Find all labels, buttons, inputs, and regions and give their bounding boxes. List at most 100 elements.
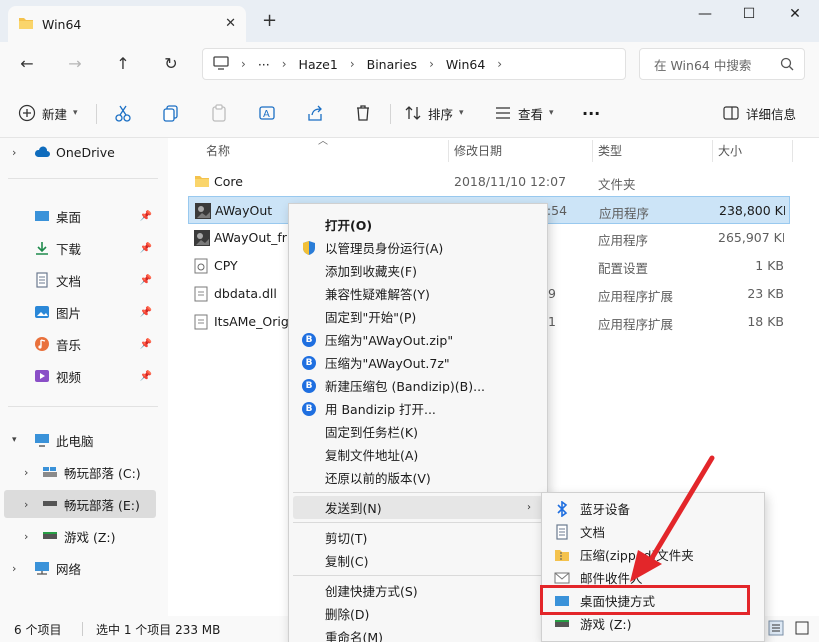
maximize-button[interactable]: ☐ — [734, 6, 764, 26]
sidebar-item-drive-e[interactable]: › 畅玩部落 (E:) — [4, 490, 156, 518]
send-to-drive-z[interactable]: 游戏 (Z:) — [544, 612, 762, 635]
menu-item-open[interactable]: 打开(O) — [293, 213, 543, 236]
new-tab-button[interactable]: + — [262, 12, 277, 30]
back-arrow-icon[interactable]: ← — [16, 54, 38, 74]
new-label: 新建 — [42, 106, 68, 122]
selection-info: 选中 1 个项目 233 MB — [96, 622, 221, 637]
app-icon — [195, 203, 211, 219]
sidebar-item-drive-c[interactable]: › 畅玩部落 (C:) — [0, 458, 166, 486]
menu-item-new-archive[interactable]: B 新建压缩包 (Bandizip)(B)... — [293, 374, 543, 397]
close-tab-icon[interactable]: ✕ — [225, 16, 236, 31]
menu-item-rename[interactable]: 重命名(M) — [293, 625, 543, 642]
sidebar-item-drive-z[interactable]: › 游戏 (Z:) — [0, 522, 166, 550]
menu-item-compress-zip[interactable]: B 压缩为"AWayOut.zip" — [293, 328, 543, 351]
sidebar-item-pictures[interactable]: 图片 📌 — [0, 298, 166, 326]
bandizip-icon: B — [301, 332, 317, 348]
search-placeholder: 在 Win64 中搜索 — [654, 57, 752, 73]
breadcrumb-binaries[interactable]: Binaries — [367, 57, 417, 72]
sidebar-item-music[interactable]: 音乐 📌 — [0, 330, 166, 358]
refresh-icon[interactable]: ↻ — [160, 54, 182, 74]
pc-icon — [34, 433, 50, 447]
picture-icon — [34, 305, 50, 319]
breadcrumb-win64[interactable]: Win64 — [446, 57, 485, 72]
details-button[interactable]: 详细信息 — [722, 102, 796, 124]
table-row[interactable]: Core 2018/11/10 12:07 文件夹 — [188, 168, 790, 196]
pin-icon: 📌 — [139, 242, 152, 254]
document-icon — [554, 523, 570, 540]
menu-item-copy[interactable]: 复制(C) — [293, 549, 543, 572]
svg-text:A: A — [263, 109, 270, 120]
plus-circle-icon — [18, 104, 36, 122]
forward-arrow-icon[interactable]: → — [64, 54, 86, 74]
bluetooth-icon — [554, 500, 570, 517]
share-icon[interactable] — [306, 102, 324, 124]
column-header-type[interactable]: 类型 — [598, 138, 622, 162]
more-options-icon[interactable]: ··· — [582, 102, 600, 124]
menu-item-compat-troubleshoot[interactable]: 兼容性疑难解答(Y) — [293, 282, 543, 305]
menu-item-delete[interactable]: 删除(D) — [293, 602, 543, 625]
details-view-icon[interactable] — [768, 620, 784, 639]
new-button[interactable]: 新建 ▾ — [18, 102, 78, 124]
up-arrow-icon[interactable]: ↑ — [112, 54, 134, 74]
folder-icon — [18, 16, 34, 33]
chevron-right-icon: › — [24, 497, 29, 511]
sidebar-item-desktop[interactable]: 桌面 📌 — [0, 202, 166, 230]
tab-win64[interactable]: Win64 ✕ — [8, 6, 246, 42]
menu-item-cut[interactable]: 剪切(T) — [293, 526, 543, 549]
sidebar-item-onedrive[interactable]: › OneDrive — [0, 138, 166, 166]
delete-icon[interactable] — [354, 102, 372, 124]
search-input[interactable]: 在 Win64 中搜索 — [639, 48, 805, 80]
view-button[interactable]: 查看 ▾ — [494, 102, 554, 124]
music-icon — [34, 337, 50, 351]
chevron-down-icon: ▾ — [459, 108, 464, 118]
breadcrumb[interactable]: › ··· › Haze1 › Binaries › Win64 › — [202, 48, 626, 80]
copy-icon[interactable] — [162, 102, 180, 124]
menu-item-send-to[interactable]: 发送到(N) › — [293, 496, 543, 519]
pin-icon: 📌 — [139, 306, 152, 318]
sort-button[interactable]: 排序 ▾ — [404, 102, 464, 124]
sidebar-item-downloads[interactable]: 下载 📌 — [0, 234, 166, 262]
chevron-down-icon: ▾ — [12, 435, 17, 445]
cloud-icon — [34, 145, 50, 159]
breadcrumb-more[interactable]: ··· — [258, 57, 270, 72]
chevron-right-icon: › — [24, 465, 29, 479]
menu-item-pin-start[interactable]: 固定到"开始"(P) — [293, 305, 543, 328]
bandizip-icon: B — [301, 401, 317, 417]
menu-item-copy-path[interactable]: 复制文件地址(A) — [293, 443, 543, 466]
column-header-name[interactable]: 名称 — [206, 138, 230, 162]
sidebar-item-documents[interactable]: 文档 📌 — [0, 266, 166, 294]
red-arrow-annotation — [630, 455, 715, 582]
menu-item-compress-7z[interactable]: B 压缩为"AWayOut.7z" — [293, 351, 543, 374]
menu-item-add-favorites[interactable]: 添加到收藏夹(F) — [293, 259, 543, 282]
chevron-right-icon: › — [527, 502, 531, 513]
command-bar: 新建 ▾ A 排序 ▾ 查看 ▾ ··· 详细信息 — [0, 86, 819, 138]
chevron-down-icon: ▾ — [73, 108, 78, 118]
menu-item-run-as-admin[interactable]: 以管理员身份运行(A) — [293, 236, 543, 259]
chevron-down-icon: ▾ — [549, 108, 554, 118]
details-pane-icon — [722, 104, 740, 122]
tiles-view-icon[interactable] — [794, 620, 810, 639]
cut-icon[interactable] — [114, 102, 132, 124]
document-icon — [34, 272, 50, 288]
collapse-chevron-icon[interactable]: ︿ — [318, 132, 328, 147]
sidebar-item-this-pc[interactable]: ▾ 此电脑 — [0, 426, 166, 454]
menu-item-create-shortcut[interactable]: 创建快捷方式(S) — [293, 579, 543, 602]
drive-icon — [42, 497, 58, 511]
dll-icon — [194, 286, 210, 302]
sidebar-item-videos[interactable]: 视频 📌 — [0, 362, 166, 390]
paste-icon[interactable] — [210, 102, 228, 124]
navigation-pane: › OneDrive 桌面 📌 下载 📌 文档 📌 图片 📌 音乐 📌 视频 📌 — [0, 138, 168, 616]
minimize-button[interactable]: — — [690, 6, 720, 26]
title-bar: Win64 ✕ + — ☐ ✕ — [0, 0, 819, 42]
rename-icon[interactable]: A — [258, 102, 276, 124]
menu-item-pin-taskbar[interactable]: 固定到任务栏(K) — [293, 420, 543, 443]
search-icon — [780, 57, 794, 74]
breadcrumb-haze1[interactable]: Haze1 — [299, 57, 338, 72]
menu-item-open-bandizip[interactable]: B 用 Bandizip 打开... — [293, 397, 543, 420]
sidebar-item-network[interactable]: › 网络 — [0, 554, 166, 582]
menu-item-restore-versions[interactable]: 还原以前的版本(V) — [293, 466, 543, 489]
column-header-modified[interactable]: 修改日期 — [454, 138, 502, 162]
column-header-size[interactable]: 大小 — [718, 138, 742, 162]
close-window-button[interactable]: ✕ — [780, 6, 810, 26]
chevron-right-icon: › — [429, 57, 434, 71]
